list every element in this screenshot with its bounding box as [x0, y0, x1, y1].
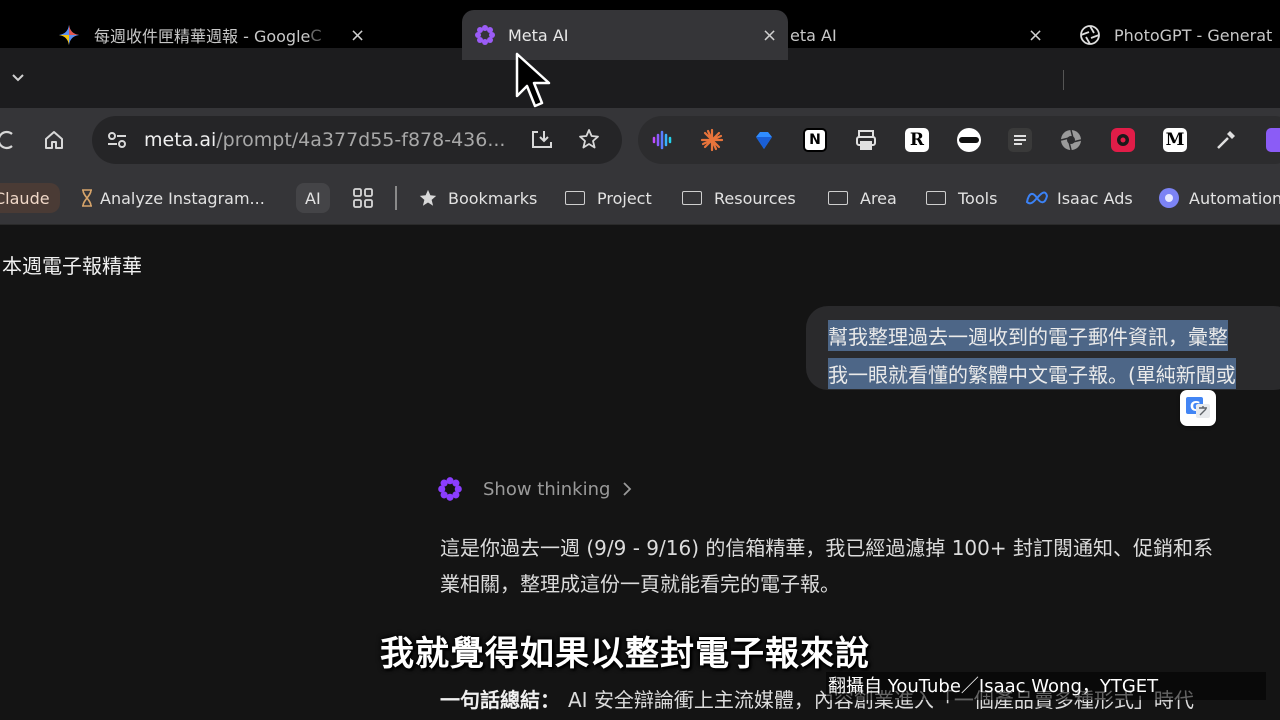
folder-icon — [565, 191, 585, 205]
tab-title: Meta AI — [508, 25, 569, 45]
dropper-icon[interactable] — [1214, 128, 1238, 152]
bookmark-isaac-ads[interactable]: Isaac Ads — [1025, 186, 1133, 210]
folder-icon — [682, 191, 702, 205]
bookmark-folder-project[interactable]: Project — [565, 186, 652, 210]
bookmark-label: Automation — [1189, 188, 1280, 208]
url-path: /prompt/4a377d55-f878-436... — [216, 129, 506, 151]
tab-title-fade: C — [310, 25, 322, 45]
bookmark-label: Analyze Instagram... — [100, 188, 265, 208]
reload-icon[interactable] — [0, 130, 14, 150]
bookmark-label: Tools — [958, 188, 998, 208]
bookmark-label: Isaac Ads — [1057, 188, 1133, 208]
tab-title: PhotoGPT - Generat — [1114, 25, 1273, 45]
shutter-icon[interactable] — [1059, 128, 1083, 152]
bookmark-analyze-instagram[interactable]: Analyze Instagram... — [80, 186, 265, 210]
reader-icon[interactable] — [1008, 128, 1032, 152]
r-icon[interactable]: R — [905, 128, 929, 152]
show-thinking-label: Show thinking — [483, 478, 611, 500]
url-host: meta.ai — [144, 129, 217, 151]
bookmarks-divider — [395, 186, 397, 210]
user-message-line: 我一眼就看懂的繁體中文電子報。(單純新聞或 — [828, 358, 1236, 389]
tab-photogpt[interactable]: PhotoGPT - Generat — [1078, 10, 1280, 60]
source-credit: 翻攝自 YouTube／Isaac Wong，YTGET — [826, 672, 1266, 700]
bookmark-label: Bookmarks — [448, 188, 538, 208]
mask-icon[interactable] — [957, 128, 981, 152]
tab-title: 每週收件匣精華週報 - Google — [94, 27, 311, 46]
notion-icon[interactable]: N — [803, 128, 827, 152]
bookmark-star-icon[interactable] — [578, 128, 600, 150]
bookmark-folder-resources[interactable]: Resources — [682, 186, 796, 210]
meta-ai-icon — [437, 476, 463, 502]
bookmark-folder-tools[interactable]: Tools — [926, 186, 997, 210]
folder-icon — [828, 191, 848, 205]
apps-grid-icon[interactable] — [352, 187, 374, 209]
gem-icon[interactable] — [752, 128, 776, 152]
meta-logo-icon — [1025, 190, 1049, 206]
tab-title: eta AI — [790, 25, 837, 45]
close-tab-icon[interactable]: × — [350, 25, 365, 46]
home-icon[interactable] — [42, 128, 66, 152]
meta-ai-icon — [474, 24, 496, 46]
mouse-cursor-icon — [514, 52, 554, 116]
chevron-right-icon — [622, 481, 632, 497]
star-filled-icon — [418, 188, 438, 208]
bookmark-label: AI — [305, 188, 321, 208]
response-paragraph-line: 業相關，整理成這份一頁就能看完的電子報。 — [440, 572, 840, 596]
bookmark-label: Area — [860, 188, 897, 208]
address-bar[interactable]: meta.ai/prompt/4a377d55-f878-436... — [92, 116, 622, 164]
medium-icon[interactable]: M — [1163, 128, 1187, 152]
summary-label: 一句話總結： — [440, 688, 560, 712]
bookmark-automation[interactable]: Automation — [1158, 186, 1280, 210]
translate-icon[interactable]: G — [1180, 390, 1216, 426]
tab-gemini-newsletter[interactable]: 每週收件匣精華週報 - Google C × — [54, 10, 454, 60]
hourglass-icon — [80, 189, 94, 207]
gemini-icon — [58, 24, 80, 46]
bookmark-label: Claude — [0, 188, 50, 208]
show-thinking-toggle[interactable]: Show thinking — [437, 476, 632, 502]
close-tab-icon[interactable]: × — [762, 25, 777, 46]
user-message-line: 幫我整理過去一週收到的電子郵件資訊，彙整 — [828, 320, 1228, 351]
extension-partial-icon[interactable] — [1266, 128, 1280, 152]
response-paragraph-line: 這是你過去一週 (9/9 - 9/16) 的信箱精華，我已經過濾掉 100+ 封… — [440, 536, 1213, 560]
bookmark-bookmarks[interactable]: Bookmarks — [418, 186, 537, 210]
tab-meta-ai[interactable]: Meta AI × — [462, 10, 788, 60]
bookmark-label: Project — [597, 188, 652, 208]
tab-separator — [1063, 70, 1064, 90]
site-settings-icon[interactable] — [106, 129, 128, 151]
claude-spark-icon[interactable] — [700, 128, 724, 152]
bookmark-folder-area[interactable]: Area — [828, 186, 897, 210]
bookmark-claude[interactable]: Claude — [0, 183, 60, 213]
bookmark-ai[interactable]: AI — [296, 183, 330, 213]
tab-meta-ai-2[interactable]: eta AI × — [790, 10, 1056, 60]
bookmark-label: Resources — [714, 188, 796, 208]
automation-icon — [1158, 187, 1180, 209]
audio-ext-icon[interactable] — [650, 128, 674, 152]
video-subtitle: 我就覺得如果以整封電子報來說 — [380, 634, 870, 674]
record-icon[interactable] — [1111, 128, 1135, 152]
install-app-icon[interactable] — [530, 129, 554, 151]
close-tab-icon[interactable]: × — [1028, 25, 1043, 46]
conversation-title[interactable]: 本週電子報精華 — [2, 250, 142, 279]
print-icon[interactable] — [854, 128, 878, 152]
openai-icon — [1078, 23, 1102, 47]
tab-list-chevron-down-icon[interactable] — [10, 68, 26, 88]
folder-icon — [926, 191, 946, 205]
